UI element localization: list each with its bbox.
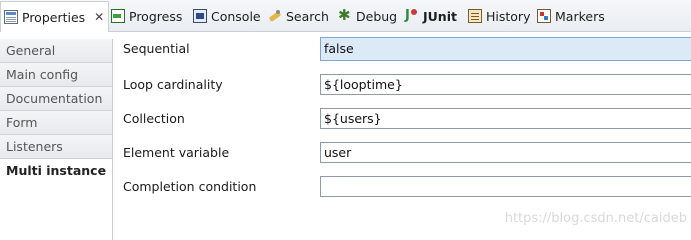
properties-icon bbox=[4, 10, 18, 24]
junit-icon bbox=[405, 8, 419, 23]
sequential-field[interactable]: false bbox=[320, 37, 691, 61]
nav-item-form[interactable]: Form bbox=[0, 111, 112, 135]
markers-icon bbox=[537, 9, 551, 23]
element-variable-field[interactable]: user bbox=[320, 142, 691, 163]
watermark: https://blog.csdn.net/caideb bbox=[504, 211, 687, 226]
sequential-label: Sequential bbox=[123, 41, 190, 56]
search-icon bbox=[268, 9, 282, 23]
loop-cardinality-field[interactable]: ${looptime} bbox=[320, 74, 691, 95]
nav-item-label: Form bbox=[6, 115, 38, 130]
tab-junit[interactable]: JUnit bbox=[405, 3, 457, 29]
nav-item-label: Main config bbox=[6, 67, 79, 82]
completion-condition-label: Completion condition bbox=[123, 179, 257, 194]
view-tab-bar: Properties ✕ Progress Console Search Deb… bbox=[0, 0, 691, 32]
nav-item-multi-instance[interactable]: Multi instance bbox=[0, 159, 112, 182]
tab-search-label: Search bbox=[286, 8, 329, 24]
history-icon bbox=[468, 9, 482, 23]
close-icon[interactable]: ✕ bbox=[94, 10, 104, 24]
nav-item-label: General bbox=[6, 43, 56, 58]
nav-item-listeners[interactable]: Listeners bbox=[0, 135, 112, 159]
collection-field[interactable]: ${users} bbox=[320, 108, 691, 129]
tab-console[interactable]: Console bbox=[193, 3, 261, 29]
tab-markers-label: Markers bbox=[555, 8, 605, 24]
debug-icon bbox=[338, 6, 352, 24]
tab-progress-label: Progress bbox=[129, 8, 183, 24]
tab-debug[interactable]: Debug bbox=[338, 3, 397, 29]
collection-label: Collection bbox=[123, 111, 185, 126]
tab-debug-label: Debug bbox=[356, 8, 398, 24]
loop-cardinality-label: Loop cardinality bbox=[123, 77, 223, 92]
console-icon bbox=[193, 9, 207, 23]
tab-junit-label: JUnit bbox=[423, 8, 457, 24]
tab-console-label: Console bbox=[211, 8, 261, 24]
element-variable-label: Element variable bbox=[123, 145, 230, 160]
tab-progress[interactable]: Progress bbox=[111, 3, 182, 29]
properties-sections-nav: General Main config Documentation Form L… bbox=[0, 39, 113, 240]
tab-history[interactable]: History bbox=[468, 3, 530, 29]
completion-condition-field[interactable] bbox=[320, 176, 691, 197]
tab-history-label: History bbox=[486, 8, 531, 24]
progress-icon bbox=[111, 9, 125, 23]
tab-properties[interactable]: Properties ✕ bbox=[0, 1, 110, 32]
nav-item-label: Multi instance bbox=[6, 163, 107, 178]
nav-item-documentation[interactable]: Documentation bbox=[0, 87, 112, 111]
tab-markers[interactable]: Markers bbox=[537, 3, 605, 29]
tab-properties-label: Properties bbox=[22, 9, 86, 25]
tab-search[interactable]: Search bbox=[268, 3, 329, 29]
nav-item-main-config[interactable]: Main config bbox=[0, 63, 112, 87]
nav-item-label: Documentation bbox=[6, 91, 103, 106]
multi-instance-form: Sequential false Loop cardinality ${loop… bbox=[113, 31, 691, 240]
nav-item-label: Listeners bbox=[6, 139, 63, 154]
nav-item-general[interactable]: General bbox=[0, 39, 112, 63]
